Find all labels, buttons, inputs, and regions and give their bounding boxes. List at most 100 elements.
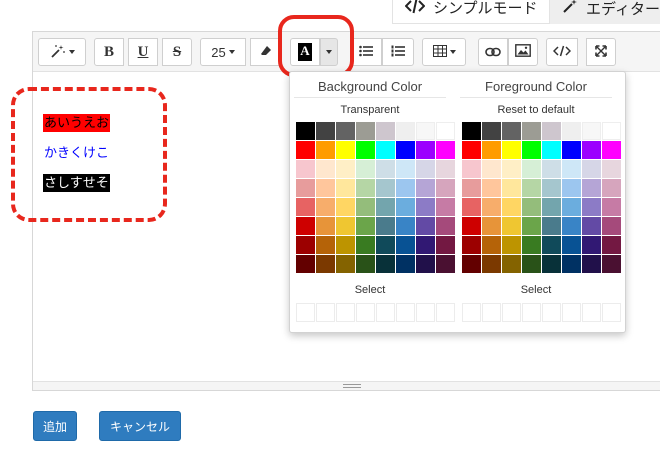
color-swatch[interactable] (436, 217, 455, 235)
custom-color-slot[interactable] (542, 303, 561, 322)
color-swatch[interactable] (482, 160, 501, 178)
color-swatch[interactable] (416, 198, 435, 216)
color-swatch[interactable] (296, 198, 315, 216)
editor-resize-handle[interactable] (33, 381, 660, 390)
color-swatch[interactable] (356, 141, 375, 159)
reset-to-default-button[interactable]: Reset to default (456, 104, 616, 120)
insert-link-button[interactable] (478, 38, 508, 66)
color-swatch[interactable] (582, 141, 601, 159)
color-swatch[interactable] (602, 217, 621, 235)
color-swatch[interactable] (522, 122, 541, 140)
color-swatch[interactable] (562, 198, 581, 216)
transparent-button[interactable]: Transparent (290, 104, 450, 120)
color-swatch[interactable] (336, 141, 355, 159)
color-swatch[interactable] (436, 141, 455, 159)
custom-color-slot[interactable] (502, 303, 521, 322)
color-swatch[interactable] (376, 236, 395, 254)
color-swatch[interactable] (376, 255, 395, 273)
color-swatch[interactable] (482, 141, 501, 159)
color-swatch[interactable] (542, 236, 561, 254)
custom-color-slot[interactable] (416, 303, 435, 322)
color-swatch[interactable] (416, 179, 435, 197)
color-swatch[interactable] (396, 217, 415, 235)
color-swatch[interactable] (396, 236, 415, 254)
color-swatch[interactable] (562, 236, 581, 254)
color-swatch[interactable] (462, 255, 481, 273)
color-swatch[interactable] (336, 198, 355, 216)
color-swatch[interactable] (376, 160, 395, 178)
color-swatch[interactable] (316, 236, 335, 254)
color-swatch[interactable] (602, 179, 621, 197)
color-swatch[interactable] (356, 255, 375, 273)
custom-color-slot[interactable] (462, 303, 481, 322)
color-swatch[interactable] (602, 160, 621, 178)
color-swatch[interactable] (562, 255, 581, 273)
color-swatch[interactable] (316, 160, 335, 178)
color-swatch[interactable] (296, 141, 315, 159)
color-swatch[interactable] (396, 122, 415, 140)
color-swatch[interactable] (316, 122, 335, 140)
color-swatch[interactable] (336, 179, 355, 197)
table-dropdown-button[interactable] (422, 38, 466, 66)
color-swatch[interactable] (502, 217, 521, 235)
custom-color-slot[interactable] (336, 303, 355, 322)
code-view-button[interactable] (546, 38, 578, 66)
color-swatch[interactable] (502, 198, 521, 216)
custom-color-slot[interactable] (602, 303, 621, 322)
color-swatch[interactable] (396, 141, 415, 159)
color-swatch[interactable] (356, 236, 375, 254)
color-swatch[interactable] (396, 179, 415, 197)
color-swatch[interactable] (482, 217, 501, 235)
ordered-list-button[interactable] (382, 38, 414, 66)
color-swatch[interactable] (416, 141, 435, 159)
color-swatch[interactable] (316, 179, 335, 197)
color-swatch[interactable] (542, 198, 561, 216)
color-swatch[interactable] (376, 198, 395, 216)
color-swatch[interactable] (602, 198, 621, 216)
color-swatch[interactable] (562, 179, 581, 197)
color-swatch[interactable] (482, 122, 501, 140)
color-swatch[interactable] (416, 122, 435, 140)
color-swatch[interactable] (482, 198, 501, 216)
color-swatch[interactable] (582, 198, 601, 216)
color-swatch[interactable] (582, 217, 601, 235)
color-swatch[interactable] (436, 236, 455, 254)
color-swatch[interactable] (482, 236, 501, 254)
underline-button[interactable]: U (128, 38, 158, 66)
color-swatch[interactable] (522, 217, 541, 235)
strikethrough-button[interactable]: S (162, 38, 192, 66)
custom-color-slot[interactable] (316, 303, 335, 322)
color-swatch[interactable] (316, 141, 335, 159)
bold-button[interactable]: B (94, 38, 124, 66)
color-swatch[interactable] (296, 217, 315, 235)
tab-simple-mode[interactable]: シンプルモード (392, 0, 550, 24)
color-swatch[interactable] (502, 122, 521, 140)
color-swatch[interactable] (542, 141, 561, 159)
custom-color-slot[interactable] (396, 303, 415, 322)
cancel-button[interactable]: キャンセル (99, 411, 181, 441)
color-swatch[interactable] (436, 179, 455, 197)
color-swatch[interactable] (602, 122, 621, 140)
color-swatch[interactable] (602, 255, 621, 273)
color-swatch[interactable] (416, 236, 435, 254)
color-swatch[interactable] (316, 255, 335, 273)
color-swatch[interactable] (582, 236, 601, 254)
background-select-button[interactable]: Select (290, 284, 450, 296)
insert-image-button[interactable] (508, 38, 538, 66)
style-dropdown-button[interactable] (38, 38, 86, 66)
color-swatch[interactable] (416, 217, 435, 235)
color-swatch[interactable] (296, 179, 315, 197)
font-size-dropdown[interactable]: 25 (200, 38, 246, 66)
color-swatch[interactable] (356, 179, 375, 197)
color-swatch[interactable] (522, 179, 541, 197)
color-swatch[interactable] (436, 160, 455, 178)
color-swatch[interactable] (416, 160, 435, 178)
color-swatch[interactable] (542, 217, 561, 235)
color-swatch[interactable] (542, 179, 561, 197)
color-swatch[interactable] (336, 160, 355, 178)
color-swatch[interactable] (542, 122, 561, 140)
color-swatch[interactable] (336, 255, 355, 273)
fullscreen-button[interactable] (586, 38, 616, 66)
color-swatch[interactable] (296, 255, 315, 273)
color-swatch[interactable] (376, 217, 395, 235)
